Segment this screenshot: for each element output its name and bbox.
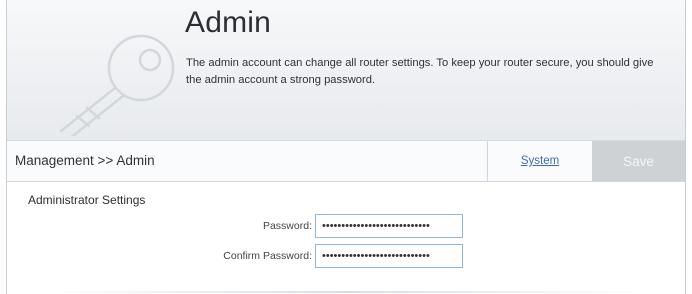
breadcrumb: Management >> Admin [15,153,155,168]
confirm-password-label: Confirm Password: [223,250,312,262]
save-button[interactable]: Save [592,141,685,181]
toolbar: Management >> Admin System Save [7,141,685,182]
page-description: The admin account can change all router … [186,57,654,86]
page-header: Admin The admin account can change all r… [7,0,685,141]
key-icon [59,34,175,136]
password-label: Password: [262,220,312,232]
page-title: Admin [185,6,272,39]
page-frame: Admin The admin account can change all r… [6,0,686,294]
section-title: Administrator Settings [28,193,146,207]
password-field[interactable] [315,214,463,238]
bottom-divider [47,291,647,293]
system-link[interactable]: System [488,141,592,181]
confirm-password-field[interactable] [315,244,463,268]
